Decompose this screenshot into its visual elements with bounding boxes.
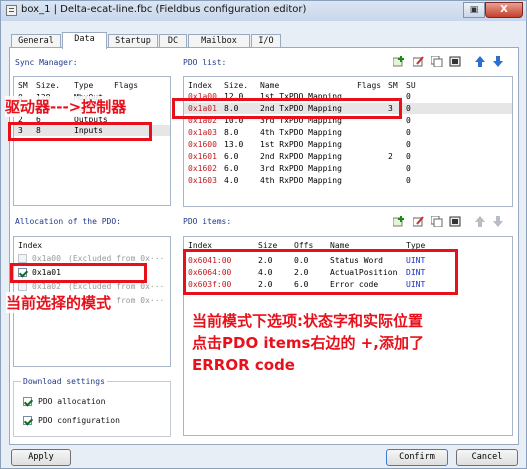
tab-dc[interactable]: DC [159,34,187,48]
pdo-sm: 2 [388,152,393,161]
pdo-su: 0 [406,176,411,185]
pdo-size: 6.0 [224,164,239,173]
sm-inputs-highlight [8,122,152,141]
pdo-index: 0x1603 [188,176,217,185]
pdo-list-table: Index Size. Name Flags SM SU 0x1a00 12.0 1… [183,76,513,207]
allocation-highlight [10,263,147,283]
apply-button[interactable]: Apply [11,449,71,466]
pdo-size: 4.0 [224,176,239,185]
tab-data[interactable]: Data [62,32,107,49]
pdo-name: 2nd RxPDO Mapping [260,152,342,161]
copy-item-icon[interactable] [430,215,443,228]
pdo-allocation-label: PDO allocation [38,397,106,406]
col-header-type: Type [74,81,94,90]
pdo-name: 4th RxPDO Mapping [260,176,342,185]
tab-io[interactable]: I/O [251,34,281,48]
pdo-list-label: PDO list: [183,58,227,67]
move-up-icon[interactable] [474,56,486,67]
window-icon [6,5,17,16]
tab-mailbox[interactable]: Mailbox [188,34,250,48]
item-up-icon[interactable] [474,216,486,227]
download-settings-label: Download settings [21,377,107,386]
pdo-su: 0 [406,164,411,173]
col-header-sm: SM [388,81,398,90]
pdo-configuration-label: PDO configuration [38,416,120,425]
table-row[interactable]: 0x1603 4.0 4th RxPDO Mapping 0 [184,175,512,186]
pdo-size: 6.0 [224,152,239,161]
title-bar: box_1 | Delta-ecat-line.fbc (Fieldbus co… [1,1,526,21]
pdo-su: 0 [406,152,411,161]
col-header-index: Index [188,81,213,90]
delete-pdo-icon[interactable] [449,56,461,67]
alloc-checkbox[interactable] [18,254,27,263]
col-header-index: Index [18,241,43,250]
download-settings-group [13,381,171,437]
pdo-list-highlight [172,98,402,119]
table-row[interactable]: 0x1602 6.0 3rd RxPDO Mapping 0 [184,163,512,174]
pdo-items-annotation: 当前模式下选项:状态字和实际位置 点击PDO items右边的 +,添加了 ER… [192,310,424,376]
tab-general[interactable]: General [11,34,61,48]
pdo-size: 13.0 [224,140,244,149]
cancel-button[interactable]: Cancel [456,449,518,466]
pdo-name: 3rd RxPDO Mapping [260,164,342,173]
pdo-allocation-checkbox[interactable] [23,397,32,406]
edit-pdo-icon[interactable] [412,56,425,67]
add-item-icon[interactable] [392,216,405,227]
col-header-size: Size. [224,81,249,90]
pdo-index: 0x1601 [188,152,217,161]
table-row[interactable]: 0x1601 6.0 2nd RxPDO Mapping 2 0 [184,151,512,162]
pdo-su: 0 [406,116,411,125]
pdo-items-highlight [183,249,458,295]
allocation-annotation: 当前选择的模式 [6,292,112,313]
item-down-icon[interactable] [492,216,504,227]
pdo-su: 0 [406,140,411,149]
sync-manager-label: Sync Manager: [15,58,78,67]
col-header-size: Size. [36,81,61,90]
col-header-su: SU [406,81,416,90]
close-button[interactable]: X [485,2,523,18]
annotation-line-3: ERROR code [192,356,295,374]
delete-item-icon[interactable] [449,216,461,227]
pdo-name: 4th TxPDO Mapping [260,128,342,137]
move-down-icon[interactable] [492,56,504,67]
annotation-line-2: 点击PDO items右边的 +,添加了 [192,334,424,352]
col-header-sm: SM [18,81,28,90]
confirm-button[interactable]: Confirm [386,449,448,466]
pdo-index: 0x1600 [188,140,217,149]
pdo-items-label: PDO items: [183,217,232,226]
tab-startup[interactable]: Startup [108,34,158,48]
col-header-flags: Flags [357,81,382,90]
allocation-label: Allocation of the PDO: [15,217,121,226]
edit-item-icon[interactable] [412,216,425,227]
pdo-configuration-checkbox[interactable] [23,416,32,425]
config-editor-window: box_1 | Delta-ecat-line.fbc (Fieldbus co… [0,0,527,469]
add-pdo-icon[interactable] [392,56,405,67]
pdo-size: 8.0 [224,128,239,137]
annotation-line-1: 当前模式下选项:状态字和实际位置 [192,312,424,330]
maximize-button[interactable]: ▣ [463,2,485,18]
table-row[interactable]: 0x1a03 8.0 4th TxPDO Mapping 0 [184,127,512,138]
pdo-index: 0x1a03 [188,128,217,137]
alloc-checkbox[interactable] [18,282,27,291]
sm-annotation: 驱动器--->控制器 [5,96,127,117]
pdo-su: 0 [406,128,411,137]
pdo-su: 0 [406,104,411,113]
copy-pdo-icon[interactable] [430,55,443,68]
pdo-name: 1st RxPDO Mapping [260,140,342,149]
col-header-name: Name [260,81,280,90]
pdo-su: 0 [406,92,411,101]
col-header-flags: Flags [114,81,139,90]
window-title: box_1 | Delta-ecat-line.fbc (Fieldbus co… [21,4,307,15]
table-row[interactable]: 0x1600 13.0 1st RxPDO Mapping 0 [184,139,512,150]
pdo-index: 0x1602 [188,164,217,173]
